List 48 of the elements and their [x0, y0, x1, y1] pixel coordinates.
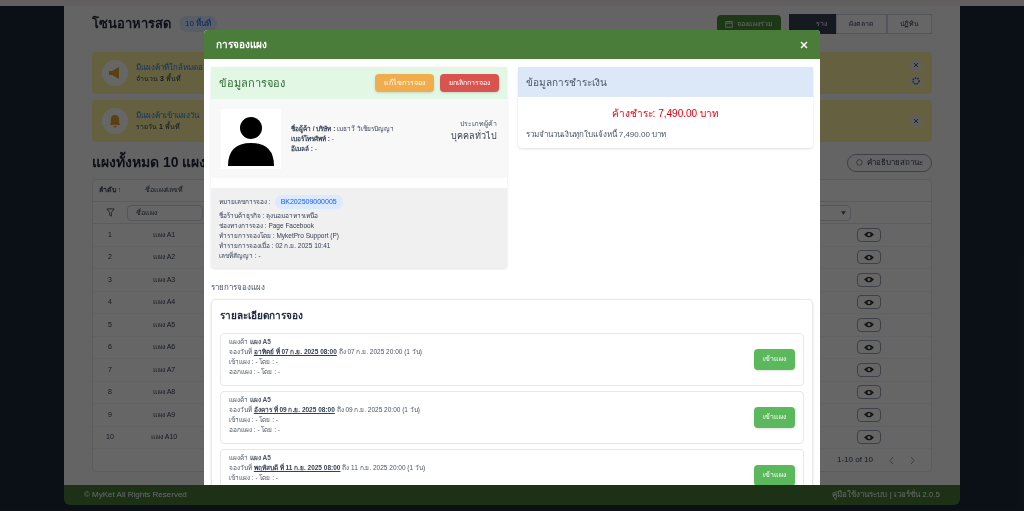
eye-icon: [864, 253, 874, 261]
eye-icon: [864, 276, 874, 284]
avatar-silhouette-icon: [221, 108, 281, 169]
close-icon[interactable]: [910, 59, 922, 71]
footer-link[interactable]: คู่มือใช้งานระบบ | เวอร์ชั่น 2.0.5: [832, 489, 940, 501]
eye-icon: [864, 343, 874, 351]
view-button[interactable]: [857, 385, 881, 400]
eye-icon: [864, 411, 874, 419]
view-button[interactable]: [857, 317, 881, 332]
eye-icon: [864, 231, 874, 239]
view-button[interactable]: [857, 407, 881, 422]
alert-title[interactable]: มีแผงค้าเข้าแผงวัน: [136, 109, 199, 122]
customer-type: บุคคลทั่วไป: [450, 129, 497, 143]
outstanding-amount: ค้างชำระ: 7,490.00 บาท: [611, 107, 719, 121]
alert-title[interactable]: มีแผงค้าที่ใกล้หมดอ: [136, 61, 203, 74]
view-button[interactable]: [857, 227, 881, 242]
count-badge: 10 พื้นที่: [179, 16, 218, 32]
view-button[interactable]: [857, 250, 881, 265]
close-icon[interactable]: [800, 40, 808, 49]
view-button[interactable]: [857, 362, 881, 377]
view-button[interactable]: [857, 340, 881, 355]
section-label: รายการจองแผง: [211, 282, 266, 294]
copyright-text: © MyKet All Rights Reserved: [84, 489, 187, 501]
eye-icon: [864, 321, 874, 329]
filter-icon[interactable]: [105, 208, 115, 217]
help-icon: [856, 159, 863, 166]
view-button[interactable]: [857, 295, 881, 310]
eye-icon: [864, 298, 874, 306]
view-button[interactable]: [857, 430, 881, 445]
total-amount-text: รวมจำนวนเงินทุกใบแจ้งหนี้ 7,490.00 บาท: [525, 129, 668, 141]
page-title: โซนอาหารสด: [92, 15, 171, 34]
caret-icon: [841, 210, 846, 215]
card-title: ข้อมูลการชำระเงิน: [525, 75, 607, 90]
previous-icon[interactable]: [889, 456, 894, 464]
pagination-text: 1-10 of 10: [836, 454, 873, 466]
settings-icon[interactable]: [910, 75, 922, 87]
close-icon[interactable]: [910, 115, 922, 127]
bell-icon: [102, 108, 128, 134]
modal-title: การจองแผง: [216, 38, 267, 52]
eye-icon: [864, 366, 874, 374]
eye-icon: [864, 388, 874, 396]
next-icon[interactable]: [910, 456, 915, 464]
megaphone-icon: [102, 60, 128, 86]
card-title: ข้อมูลการจอง: [219, 75, 285, 92]
eye-icon: [864, 433, 874, 441]
view-button[interactable]: [857, 272, 881, 287]
card-title: รายละเอียดการจอง: [220, 309, 304, 323]
calendar-icon: [725, 20, 733, 28]
